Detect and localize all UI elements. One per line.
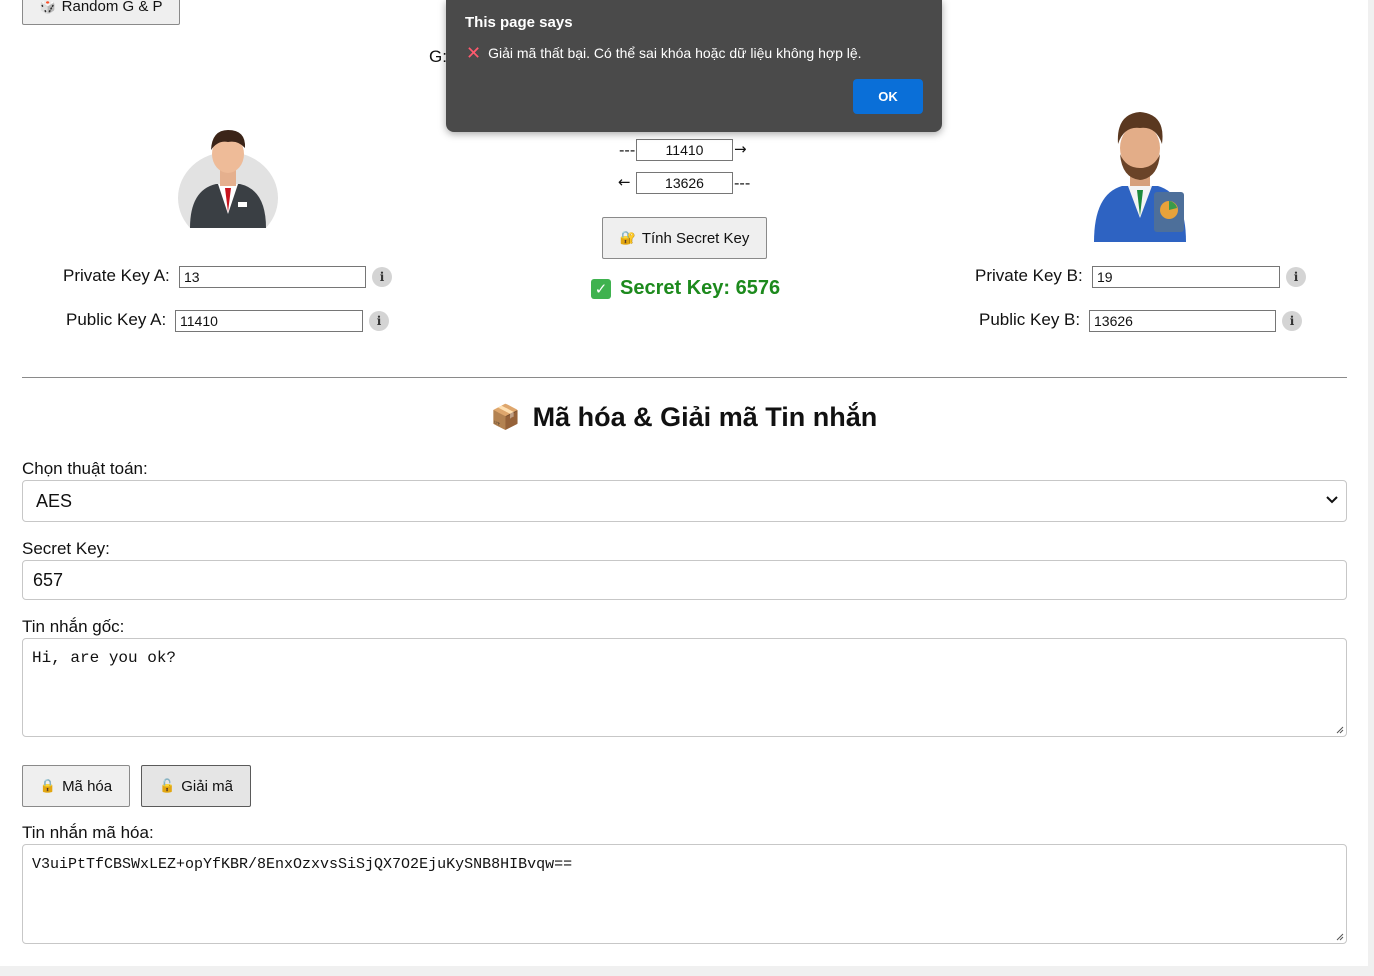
algorithm-label: Chọn thuật toán:	[22, 459, 148, 478]
decrypt-label: Giải mã	[181, 777, 233, 795]
info-icon[interactable]: i	[1282, 311, 1302, 331]
plaintext-textarea[interactable]: Hi, are you ok?	[22, 638, 1347, 737]
alice-avatar	[178, 130, 278, 228]
box-icon: 📦	[490, 404, 521, 431]
decrypt-button[interactable]: 🔓 Giải mã	[141, 765, 251, 807]
ciphertext-textarea[interactable]: V3uiPtTfCBSWxLEZ+opYfKBR/8EnxOzxvsSiSjQX…	[22, 844, 1347, 944]
dialog-message: Giải mã thất bại. Có thể sai khóa hoặc d…	[488, 45, 862, 61]
dialog-ok-button[interactable]: OK	[853, 79, 923, 114]
secret-key-input[interactable]: 657	[22, 560, 1347, 600]
encrypt-button[interactable]: 🔒 Mã hóa	[22, 765, 130, 807]
section-divider	[22, 377, 1347, 378]
public-key-b-input[interactable]: 13626	[1089, 310, 1276, 332]
bob-avatar	[1094, 112, 1186, 242]
compute-secret-key-label: Tính Secret Key	[641, 229, 750, 247]
arrow-left-suffix: ---	[734, 174, 751, 192]
resize-grip-icon[interactable]	[1335, 725, 1344, 734]
algorithm-select[interactable]: AES	[22, 480, 1347, 522]
private-key-b-label: Private Key B:	[975, 266, 1083, 285]
algorithm-selected: AES	[36, 491, 73, 511]
public-key-a-label: Public Key A:	[66, 310, 167, 329]
info-icon[interactable]: i	[369, 311, 389, 331]
dice-icon: 🎲	[39, 0, 56, 14]
random-gp-label: Random G & P	[61, 0, 163, 15]
secret-key-result: ✓ Secret Key: 6576	[591, 277, 780, 300]
lock-icon: 🔒	[39, 778, 57, 793]
ciphertext-label: Tin nhắn mã hóa:	[22, 823, 154, 842]
secret-key-result-text: Secret Key: 6576	[620, 277, 781, 299]
plaintext-value: Hi, are you ok?	[32, 649, 177, 667]
public-key-b-label: Public Key B:	[979, 310, 1081, 329]
unlock-icon: 🔐	[619, 230, 636, 245]
check-icon: ✓	[591, 278, 611, 299]
arrow-right-prefix: ---	[619, 141, 636, 159]
chevron-down-icon	[1326, 493, 1338, 507]
dialog-message-row: ✕ Giải mã thất bại. Có thể sai khóa hoặc…	[466, 43, 862, 63]
random-gp-button[interactable]: 🎲 Random G & P	[22, 0, 180, 25]
error-x-icon: ✕	[466, 43, 482, 63]
arrow-left-icon: ←	[618, 173, 631, 191]
encrypt-label: Mã hóa	[62, 777, 113, 795]
info-icon[interactable]: i	[372, 267, 392, 287]
private-key-b-input[interactable]: 19	[1092, 266, 1280, 288]
arrow-right-icon: →	[734, 140, 747, 158]
private-key-a-label: Private Key A:	[63, 266, 170, 285]
g-label: G:	[429, 47, 447, 66]
compute-secret-key-button[interactable]: 🔐 Tính Secret Key	[602, 217, 767, 259]
plaintext-label: Tin nhắn gốc:	[22, 617, 125, 636]
secret-key-value: 657	[33, 570, 64, 590]
a-to-b-value-box: 11410	[636, 139, 733, 161]
unlock-icon: 🔓	[159, 778, 176, 793]
page: 🎲 Random G & P G: Private Key A: 13 i Pu…	[0, 0, 1368, 966]
alert-dialog: This page says ✕ Giải mã thất bại. Có th…	[446, 0, 942, 132]
ciphertext-value: V3uiPtTfCBSWxLEZ+opYfKBR/8EnxOzxvsSiSjQX…	[32, 856, 573, 873]
resize-grip-icon[interactable]	[1335, 932, 1344, 941]
public-key-a-input[interactable]: 11410	[175, 310, 363, 332]
section-heading: 📦 Mã hóa & Giải mã Tin nhắn	[0, 402, 1368, 433]
b-to-a-value-box: 13626	[636, 172, 733, 194]
info-icon[interactable]: i	[1286, 267, 1306, 287]
private-key-a-input[interactable]: 13	[179, 266, 366, 288]
section-title: Mã hóa & Giải mã Tin nhắn	[532, 402, 878, 432]
secret-key-label: Secret Key:	[22, 539, 110, 558]
dialog-title: This page says	[465, 14, 573, 31]
